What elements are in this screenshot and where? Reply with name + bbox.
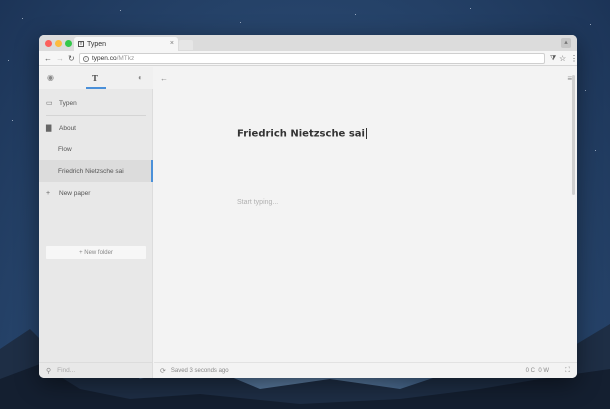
sidebar-item-label: Friedrich Nietzsche sai [58, 167, 124, 175]
inbox-icon: ▭ [46, 100, 53, 107]
sidebar-item-label: Flow [58, 145, 72, 153]
profile-tab-icon[interactable]: ◉ [47, 73, 54, 82]
browser-toolbar: ← → ↻ i typen.co/MTkz ⧩ ☆ ⋮ [39, 51, 577, 66]
scrollbar[interactable] [572, 75, 575, 195]
new-tab-button[interactable] [179, 40, 193, 50]
sidebar-tabs: ◉ T ◐ [39, 67, 153, 89]
document-title[interactable]: Friedrich Nietzsche sai [237, 128, 367, 140]
info-icon[interactable]: i [83, 55, 89, 62]
theme-tab-icon[interactable]: ◐ [138, 73, 143, 82]
minimize-window-button[interactable] [55, 40, 62, 47]
star [585, 90, 586, 91]
document-title-text: Friedrich Nietzsche sai [237, 128, 365, 140]
sidebar-folder-about[interactable]: ▇ About [39, 118, 153, 138]
active-tab-indicator [86, 87, 106, 89]
sidebar-paper-flow[interactable]: Flow [39, 139, 153, 159]
star [12, 120, 13, 121]
sidebar-item-label: Typen [59, 99, 77, 107]
url-host: typen.co [92, 55, 117, 62]
star [120, 10, 121, 11]
star [22, 18, 23, 19]
filter-icon[interactable]: ⧩ [550, 53, 556, 64]
sidebar-item-label: About [59, 124, 76, 132]
star [355, 14, 356, 15]
collapse-sidebar-icon[interactable]: ← [160, 74, 168, 83]
document-body[interactable]: Start typing... [237, 199, 278, 206]
char-count: 0 C [525, 367, 535, 374]
browser-tab[interactable]: T Typen × [74, 37, 178, 51]
word-count: 0 W [538, 367, 549, 374]
star [8, 60, 9, 61]
divider [46, 115, 146, 116]
url-path: /MTkz [116, 55, 135, 62]
fullscreen-icon[interactable]: ⛶ [565, 367, 570, 375]
search-icon: ⚲ [46, 367, 52, 375]
browser-window: T Typen × ▴ ← → ↻ i typen.co/MTkz ⧩ ☆ ⋮ … [39, 35, 577, 378]
editor-pane: ← ≡ Friedrich Nietzsche sai Start typing… [154, 67, 577, 378]
plus-icon: + [46, 189, 51, 197]
star [595, 150, 596, 151]
new-paper-button[interactable]: + New paper [39, 183, 153, 203]
star [590, 24, 591, 25]
text-cursor [365, 128, 367, 139]
sync-icon: ⟳ [160, 367, 166, 375]
forward-icon[interactable]: → [56, 53, 64, 64]
sidebar-item-typen[interactable]: ▭ Typen [39, 93, 153, 113]
close-tab-icon[interactable]: × [170, 40, 174, 47]
address-bar[interactable]: i typen.co/MTkz [79, 53, 545, 64]
find-input[interactable]: Find... [57, 367, 75, 374]
typen-favicon-icon: T [78, 41, 84, 47]
find-bar[interactable]: ⚲ Find... [39, 362, 153, 378]
title-bar: T Typen × ▴ [39, 35, 577, 51]
zoom-window-button[interactable] [65, 40, 72, 47]
new-folder-button[interactable]: + New folder [46, 246, 146, 259]
bookmark-star-icon[interactable]: ☆ [559, 53, 566, 64]
new-paper-label: New paper [59, 189, 91, 197]
status-bar: ⟳ Saved 3 seconds ago 0 C 0 W ⛶ [154, 362, 577, 378]
star [470, 8, 471, 9]
word-char-count: 0 C 0 W [526, 368, 549, 374]
more-menu-icon[interactable]: ⋮ [570, 53, 577, 64]
profile-icon[interactable]: ▴ [561, 38, 571, 48]
reload-icon[interactable]: ↻ [68, 53, 75, 64]
sidebar-paper-nietzsche[interactable]: Friedrich Nietzsche sai [39, 160, 153, 182]
typen-tab-icon[interactable]: T [92, 73, 98, 83]
tab-title: Typen [87, 40, 107, 48]
sidebar: ◉ T ◐ ▭ Typen ▇ About Flow Friedrich Nie… [39, 67, 153, 378]
star [240, 22, 241, 23]
folder-icon: ▇ [46, 125, 52, 132]
close-window-button[interactable] [45, 40, 52, 47]
saved-status: Saved 3 seconds ago [170, 367, 229, 374]
back-icon[interactable]: ← [44, 53, 52, 64]
